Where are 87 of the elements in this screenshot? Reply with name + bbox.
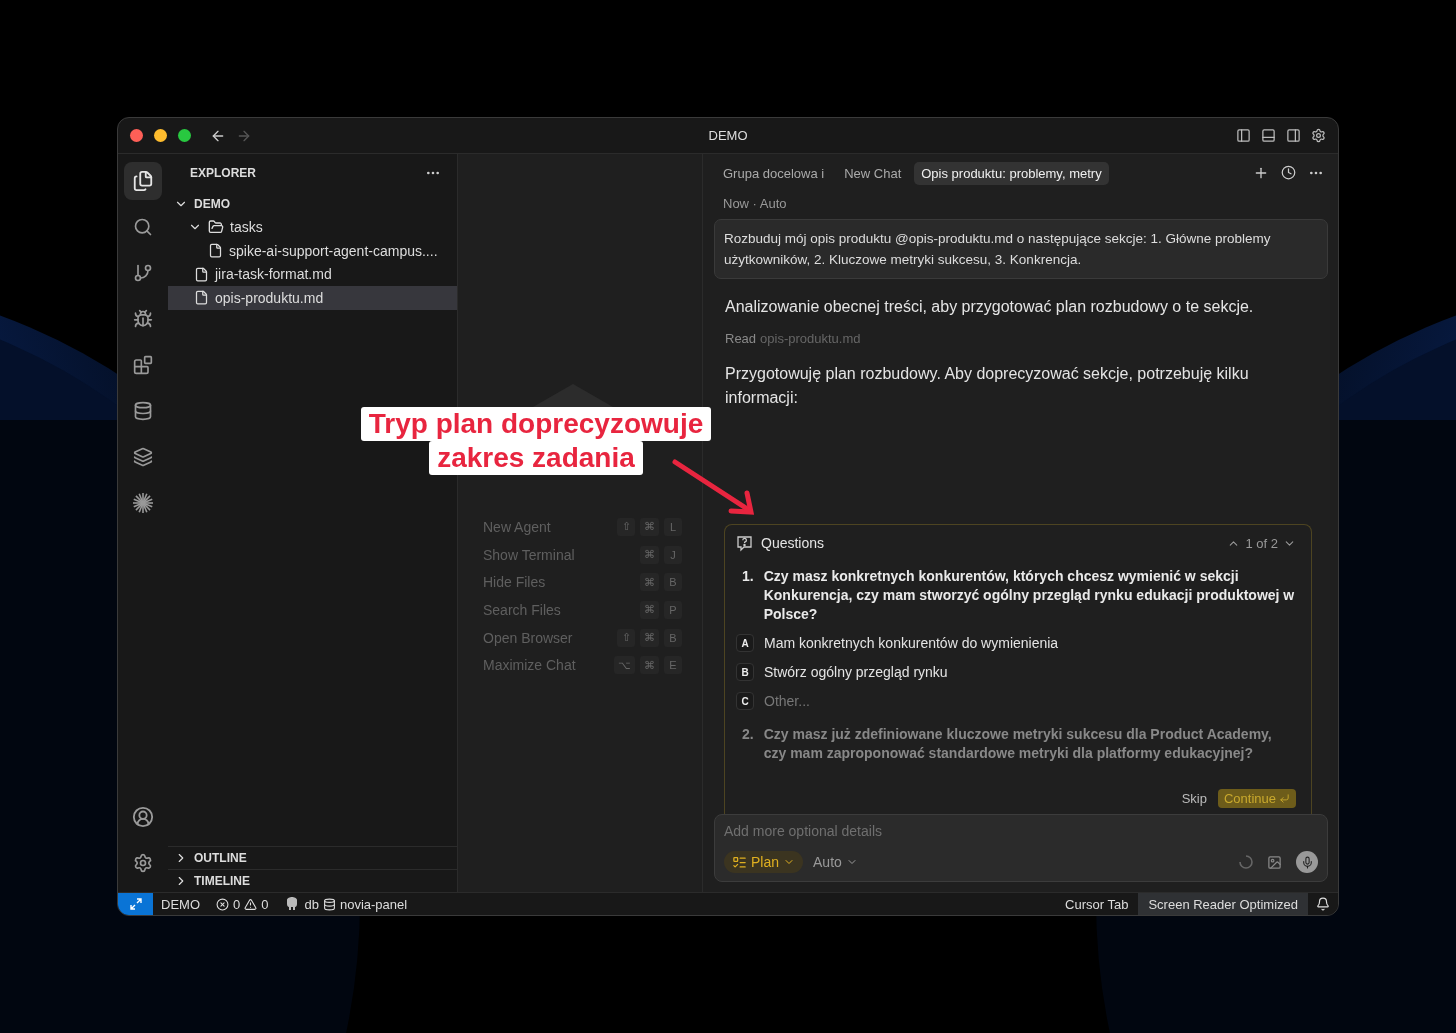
user-message: Rozbuduj mój opis produktu @opis-produktu.md o następujące sekcje: 1. Główne problemy użytkowników, 2. Kluczowe metryki sukcesu, 3. Konkrencja. bbox=[714, 219, 1328, 279]
key-cap: ⌘ bbox=[640, 545, 659, 564]
key-cap: P bbox=[664, 600, 682, 619]
callout-text: Tryp plan doprecyzowuje bbox=[360, 407, 712, 441]
key-cap: ⌘ bbox=[640, 573, 659, 592]
mic-button[interactable] bbox=[1296, 851, 1318, 873]
file-icon bbox=[208, 243, 223, 259]
shortcut-label: New Agent bbox=[483, 518, 551, 535]
question-bubble-icon bbox=[736, 534, 753, 552]
window-title: DEMO bbox=[708, 128, 748, 143]
question-number: 1. bbox=[742, 567, 754, 586]
error-icon bbox=[216, 897, 229, 911]
question-number: 2. bbox=[742, 725, 754, 744]
database-icon bbox=[322, 897, 336, 911]
callout-text: zakres zadania bbox=[429, 441, 643, 475]
key-cap: B bbox=[664, 573, 682, 592]
error-count[interactable]: 0 bbox=[233, 896, 241, 912]
folder-icon bbox=[208, 219, 224, 236]
status-item[interactable]: Screen Reader Optimized bbox=[1138, 893, 1308, 915]
panel-header[interactable]: OUTLINE bbox=[168, 846, 457, 869]
warning-icon bbox=[244, 897, 258, 911]
key-cap: B bbox=[664, 628, 682, 647]
tree-item[interactable]: opis-produktu.md bbox=[168, 286, 457, 310]
page-counter: 1 of 2 bbox=[1245, 535, 1278, 551]
enter-icon bbox=[1279, 793, 1290, 804]
shortcut-label: Search Files bbox=[483, 601, 561, 618]
maximize-button[interactable] bbox=[178, 129, 191, 142]
image-icon[interactable] bbox=[1267, 854, 1282, 870]
triangle-icon bbox=[532, 384, 613, 407]
panel-toggle-icon[interactable] bbox=[1261, 128, 1276, 143]
key-cap: L bbox=[664, 517, 682, 536]
shortcut-label: Open Browser bbox=[483, 629, 573, 646]
file-icon bbox=[194, 290, 209, 306]
close-button[interactable] bbox=[130, 129, 143, 142]
key-cap: J bbox=[664, 545, 682, 564]
tree-item[interactable]: jira-task-format.md bbox=[168, 262, 457, 286]
remote-button[interactable] bbox=[118, 893, 153, 915]
chat-tab[interactable]: Opis produktu: problemy, metry bbox=[914, 161, 1109, 185]
message-meta: Now · Auto bbox=[722, 195, 788, 213]
key-cap: ⇧ bbox=[617, 517, 635, 536]
shortcut-label: Show Terminal bbox=[483, 546, 575, 563]
key-cap: E bbox=[664, 656, 682, 675]
mic-icon bbox=[1300, 855, 1314, 869]
files-icon[interactable] bbox=[124, 162, 162, 200]
model-dropdown[interactable]: Auto bbox=[813, 854, 858, 870]
spinner-icon bbox=[1239, 855, 1253, 869]
plus-icon[interactable] bbox=[1253, 165, 1269, 181]
sidebar-toggle-icon[interactable] bbox=[1236, 128, 1251, 143]
tree-item[interactable]: tasks bbox=[168, 215, 457, 239]
chat-tab[interactable]: New Chat bbox=[837, 161, 909, 185]
shortcut-label: Hide Files bbox=[483, 574, 546, 591]
list-icon bbox=[732, 854, 747, 870]
tree-item[interactable]: spike-ai-support-agent-campus.... bbox=[168, 239, 457, 263]
key-cap: ⌘ bbox=[640, 517, 659, 536]
key-cap: ⌘ bbox=[640, 656, 659, 675]
key-cap: ⌘ bbox=[640, 628, 659, 647]
question-text: Czy masz już zdefiniowane kluczowe metryki sukcesu dla Product Academy, czy mam zaproponować standardowe metryki dla platformy edukacyjnej? bbox=[763, 725, 1273, 763]
assistant-message: Przygotowuję plan rozbudowy. Aby doprecyzować sekcje, potrzebuję kilku informacji: bbox=[724, 364, 1250, 408]
db-label[interactable]: db bbox=[304, 896, 319, 912]
answer-option[interactable]: C Other... bbox=[736, 691, 1296, 711]
remote-icon bbox=[128, 897, 143, 911]
tree-item[interactable]: DEMO bbox=[168, 192, 457, 216]
input-field[interactable]: Add more optional details bbox=[724, 823, 1318, 839]
file-icon bbox=[194, 266, 209, 282]
sidebar-title: EXPLORER bbox=[190, 166, 256, 180]
skip-button[interactable]: Skip bbox=[1179, 789, 1209, 808]
clock-icon[interactable] bbox=[1281, 165, 1296, 180]
workspace-label[interactable]: DEMO bbox=[153, 893, 208, 915]
key-cap: ⌘ bbox=[640, 600, 659, 619]
secondary-sidebar-icon[interactable] bbox=[1286, 128, 1301, 143]
shortcut-label: Maximize Chat bbox=[483, 657, 576, 674]
warning-count[interactable]: 0 bbox=[261, 896, 269, 912]
questions-title: Questions bbox=[761, 535, 825, 551]
chat-tab[interactable]: Grupa docelowa i bbox=[716, 161, 832, 185]
question-text: Czy masz konkretnych konkurentów, których chcesz wymienić w sekcji Konkurencja, czy mam stworzyć ogólny przegląd rynku edukacji produktowej w Polsce? bbox=[763, 567, 1296, 624]
assistant-message: Analizowanie obecnej treści, aby przygotować plan rozbudowy o te sekcje. bbox=[724, 297, 1255, 317]
bell-icon[interactable] bbox=[1316, 897, 1330, 911]
status-item[interactable]: Cursor Tab bbox=[1055, 893, 1139, 915]
answer-option[interactable]: A Mam konkretnych konkurentów do wymienienia bbox=[736, 633, 1296, 653]
key-cap: ⇧ bbox=[617, 628, 635, 647]
settings-icon[interactable] bbox=[1311, 128, 1326, 143]
minimize-button[interactable] bbox=[154, 129, 167, 142]
key-cap: ⌥ bbox=[614, 656, 635, 675]
connection-label[interactable]: novia-panel bbox=[339, 896, 408, 912]
answer-option[interactable]: B Stwórz ogólny przegląd rynku bbox=[736, 662, 1296, 682]
mode-dropdown[interactable]: Plan bbox=[724, 851, 804, 873]
read-label: Read bbox=[725, 331, 757, 346]
